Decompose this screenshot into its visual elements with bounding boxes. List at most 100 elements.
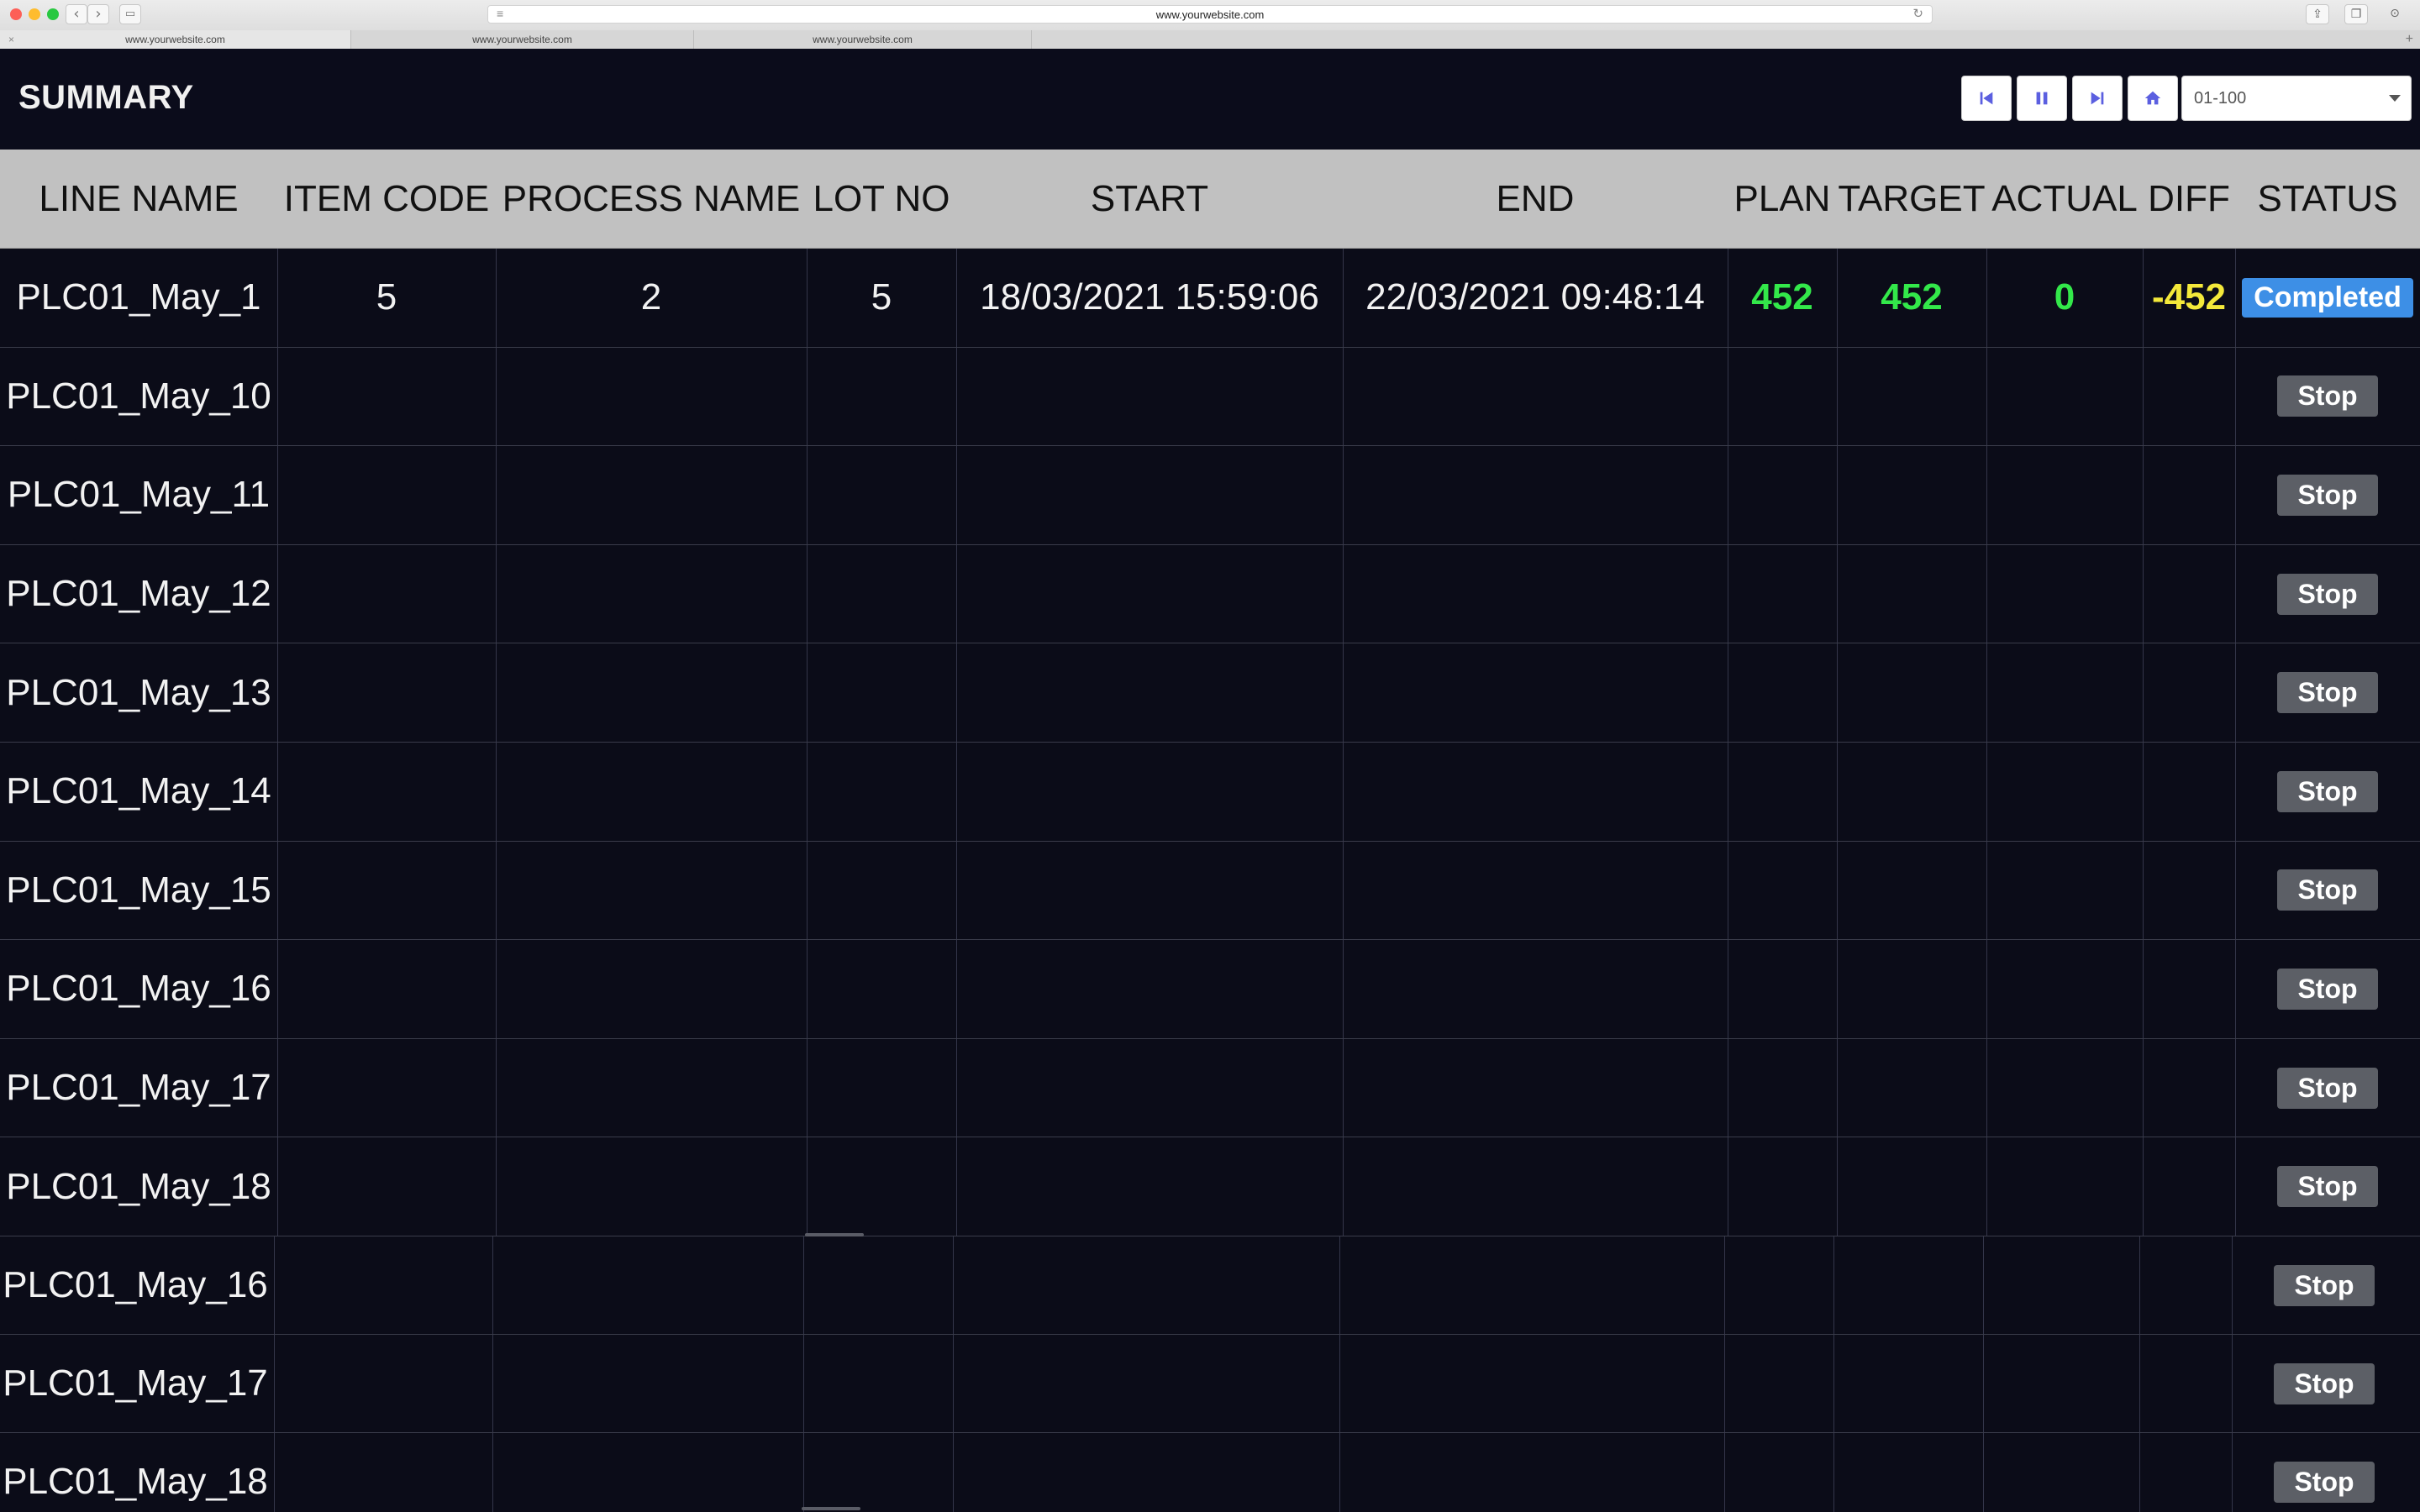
cell-line: PLC01_May_16: [0, 1236, 274, 1334]
cell-end: [1343, 842, 1728, 940]
cell-line: PLC01_May_1: [0, 249, 277, 347]
table-row[interactable]: PLC01_May_13 Stop: [0, 643, 2420, 743]
cell-lot: [807, 1039, 956, 1137]
back-icon[interactable]: ‹: [66, 4, 87, 24]
close-tab-icon[interactable]: ×: [8, 30, 14, 49]
status-badge-stop[interactable]: Stop: [2277, 474, 2378, 516]
browser-tab-2[interactable]: www.yourwebsite.com: [351, 30, 694, 49]
cell-value-end: 22/03/2021 09:48:14: [1365, 276, 1705, 318]
cell-value-line: PLC01_May_12: [6, 573, 271, 615]
col-actual[interactable]: ACTUAL: [1986, 150, 2143, 249]
col-plan[interactable]: PLAN: [1728, 150, 1837, 249]
browser-tab-1[interactable]: × www.yourwebsite.com: [0, 30, 351, 49]
cell-diff: [2143, 643, 2235, 742]
cell-start: [956, 545, 1343, 643]
col-lot-no[interactable]: LOT NO: [807, 150, 956, 249]
table-row[interactable]: PLC01_May_15 Stop: [0, 841, 2420, 941]
col-item-code[interactable]: ITEM CODE: [277, 150, 496, 249]
status-badge-stop[interactable]: Stop: [2274, 1461, 2375, 1503]
cell-end: [1343, 743, 1728, 841]
status-badge-stop[interactable]: Stop: [2274, 1264, 2375, 1306]
cell-line: PLC01_May_17: [0, 1335, 274, 1432]
cell-end: [1339, 1236, 1724, 1334]
cell-end: [1343, 348, 1728, 446]
cell-target: [1837, 643, 1986, 742]
status-badge-stop[interactable]: Stop: [2277, 672, 2378, 714]
cell-status: Stop: [2235, 348, 2420, 446]
table-row[interactable]: PLC01_May_17 Stop: [0, 1335, 2420, 1433]
close-window-button[interactable]: [10, 8, 22, 20]
range-select[interactable]: 01-100: [2181, 76, 2412, 121]
chevron-down-icon: [2389, 95, 2401, 102]
new-tab-icon[interactable]: +: [2406, 30, 2413, 49]
reload-icon[interactable]: ↻: [1912, 6, 1923, 21]
cell-status: Stop: [2232, 1236, 2417, 1334]
cell-item: [274, 1236, 492, 1334]
status-badge-stop[interactable]: Stop: [2274, 1362, 2375, 1404]
status-badge-stop[interactable]: Stop: [2277, 573, 2378, 615]
table-row[interactable]: PLC01_May_11 Stop: [0, 446, 2420, 545]
table-row[interactable]: PLC01_May_17 Stop: [0, 1038, 2420, 1138]
cell-lot: [803, 1236, 953, 1334]
address-bar[interactable]: ≡ www.yourwebsite.com ↻: [487, 5, 1933, 24]
downloads-icon[interactable]: ⊙: [2383, 4, 2407, 24]
table-row[interactable]: PLC01_May_10 Stop: [0, 347, 2420, 447]
status-badge-stop[interactable]: Stop: [2277, 869, 2378, 911]
next-page-button[interactable]: [2072, 76, 2123, 121]
status-badge-stop[interactable]: Stop: [2277, 375, 2378, 417]
share-icon[interactable]: ⇪: [2306, 4, 2329, 24]
table-row[interactable]: PLC01_May_12 Stop: [0, 544, 2420, 644]
cell-target: [1837, 743, 1986, 841]
cell-lot: [807, 545, 956, 643]
cell-value-line: PLC01_May_16: [6, 968, 271, 1010]
table-row[interactable]: PLC01_May_16 Stop: [0, 1236, 2420, 1335]
table-row[interactable]: PLC01_May_16 Stop: [0, 940, 2420, 1039]
cell-start: [956, 842, 1343, 940]
status-badge-stop[interactable]: Stop: [2277, 1067, 2378, 1109]
scroll-indicator-bottom[interactable]: [802, 1507, 860, 1510]
tabs-overview-icon[interactable]: ❐: [2344, 4, 2368, 24]
home-button[interactable]: [2128, 76, 2178, 121]
cell-plan: [1724, 1236, 1833, 1334]
table-row[interactable]: PLC01_May_1 5 2 5 18/03/2021 15:59:06 22/03/2…: [0, 249, 2420, 348]
pause-button[interactable]: [2017, 76, 2067, 121]
status-badge-stop[interactable]: Stop: [2277, 968, 2378, 1010]
range-select-value: 01-100: [2194, 89, 2247, 108]
table-row[interactable]: PLC01_May_18 Stop: [0, 1433, 2420, 1512]
cell-end: [1343, 940, 1728, 1038]
cell-diff: -452: [2143, 249, 2235, 347]
status-badge-stop[interactable]: Stop: [2277, 1166, 2378, 1208]
status-badge-stop[interactable]: Stop: [2277, 770, 2378, 812]
cell-process: [496, 743, 807, 841]
col-end[interactable]: END: [1343, 150, 1728, 249]
cell-value-actual: 0: [2054, 276, 2075, 318]
col-line-name[interactable]: LINE NAME: [0, 150, 277, 249]
status-badge-completed[interactable]: Completed: [2242, 277, 2413, 318]
table-row[interactable]: PLC01_May_18 Stop: [0, 1137, 2420, 1236]
cell-plan: [1728, 743, 1837, 841]
col-process-name[interactable]: PROCESS NAME: [496, 150, 807, 249]
cell-lot: [807, 842, 956, 940]
browser-tab-3[interactable]: www.yourwebsite.com: [694, 30, 1032, 49]
cell-line: PLC01_May_17: [0, 1039, 277, 1137]
cell-diff: [2143, 743, 2235, 841]
address-url: www.yourwebsite.com: [1155, 8, 1265, 21]
cell-diff: [2139, 1236, 2232, 1334]
table-header: LINE NAME ITEM CODE PROCESS NAME LOT NO …: [0, 150, 2420, 249]
cell-end: 22/03/2021 09:48:14: [1343, 249, 1728, 347]
col-target[interactable]: TARGET: [1837, 150, 1986, 249]
col-start[interactable]: START: [956, 150, 1343, 249]
sidebar-icon[interactable]: ▭: [119, 4, 141, 24]
forward-icon[interactable]: ›: [87, 4, 109, 24]
cell-value-process: 2: [640, 276, 662, 318]
table-row[interactable]: PLC01_May_14 Stop: [0, 743, 2420, 842]
col-diff[interactable]: DIFF: [2143, 150, 2235, 249]
cell-lot: [803, 1335, 953, 1432]
minimize-window-button[interactable]: [29, 8, 40, 20]
col-status[interactable]: STATUS: [2235, 150, 2420, 249]
maximize-window-button[interactable]: [47, 8, 59, 20]
cell-plan: 452: [1728, 249, 1837, 347]
first-page-button[interactable]: [1961, 76, 2012, 121]
cell-end: [1343, 1137, 1728, 1236]
cell-line: PLC01_May_18: [0, 1433, 274, 1512]
